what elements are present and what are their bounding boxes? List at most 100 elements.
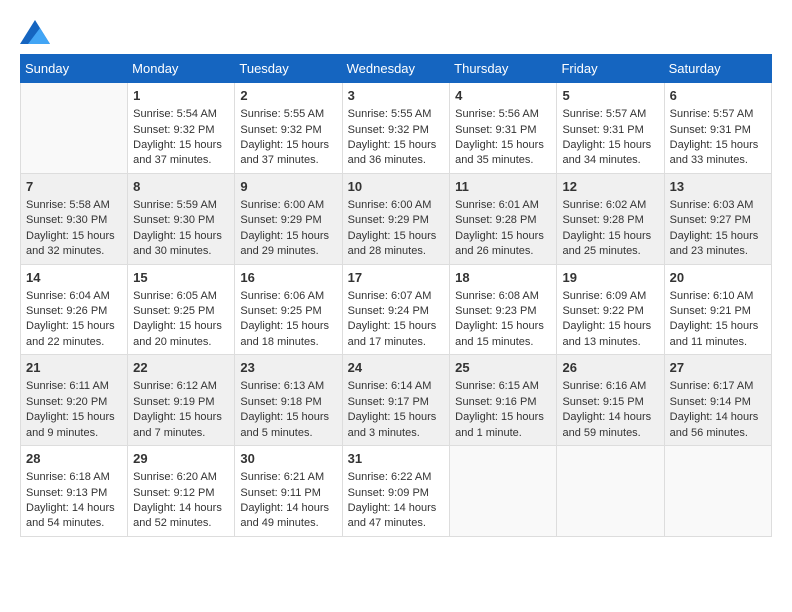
calendar-cell: 11Sunrise: 6:01 AMSunset: 9:28 PMDayligh… bbox=[450, 173, 557, 264]
calendar-cell bbox=[557, 446, 664, 537]
day-number: 5 bbox=[562, 87, 658, 105]
day-info-line: and 35 minutes. bbox=[455, 153, 551, 168]
day-number: 6 bbox=[670, 87, 766, 105]
day-info-line: Sunrise: 6:03 AM bbox=[670, 198, 766, 213]
day-info-line: and 11 minutes. bbox=[670, 335, 766, 350]
day-number: 18 bbox=[455, 269, 551, 287]
day-info-line: Sunrise: 6:09 AM bbox=[562, 289, 658, 304]
calendar-cell: 23Sunrise: 6:13 AMSunset: 9:18 PMDayligh… bbox=[235, 355, 342, 446]
day-info-line: Daylight: 15 hours bbox=[133, 319, 229, 334]
day-info-line: Sunset: 9:22 PM bbox=[562, 304, 658, 319]
day-info-line: Sunrise: 6:00 AM bbox=[348, 198, 445, 213]
day-info-line: and 52 minutes. bbox=[133, 516, 229, 531]
day-number: 31 bbox=[348, 450, 445, 468]
calendar-cell: 31Sunrise: 6:22 AMSunset: 9:09 PMDayligh… bbox=[342, 446, 450, 537]
calendar-cell: 4Sunrise: 5:56 AMSunset: 9:31 PMDaylight… bbox=[450, 83, 557, 174]
day-number: 2 bbox=[240, 87, 336, 105]
calendar-cell: 12Sunrise: 6:02 AMSunset: 9:28 PMDayligh… bbox=[557, 173, 664, 264]
calendar-cell: 21Sunrise: 6:11 AMSunset: 9:20 PMDayligh… bbox=[21, 355, 128, 446]
day-info-line: and 13 minutes. bbox=[562, 335, 658, 350]
day-info-line: Daylight: 15 hours bbox=[562, 319, 658, 334]
calendar-cell: 1Sunrise: 5:54 AMSunset: 9:32 PMDaylight… bbox=[128, 83, 235, 174]
day-number: 9 bbox=[240, 178, 336, 196]
day-number: 25 bbox=[455, 359, 551, 377]
day-info-line: Daylight: 15 hours bbox=[348, 229, 445, 244]
day-info-line: Sunset: 9:23 PM bbox=[455, 304, 551, 319]
day-info-line: Sunrise: 5:55 AM bbox=[348, 107, 445, 122]
calendar-cell: 6Sunrise: 5:57 AMSunset: 9:31 PMDaylight… bbox=[664, 83, 771, 174]
day-info-line: Daylight: 15 hours bbox=[240, 410, 336, 425]
calendar-cell: 27Sunrise: 6:17 AMSunset: 9:14 PMDayligh… bbox=[664, 355, 771, 446]
day-info-line: and 23 minutes. bbox=[670, 244, 766, 259]
day-info-line: Sunset: 9:25 PM bbox=[240, 304, 336, 319]
day-number: 24 bbox=[348, 359, 445, 377]
calendar-cell: 17Sunrise: 6:07 AMSunset: 9:24 PMDayligh… bbox=[342, 264, 450, 355]
day-info-line: Sunset: 9:21 PM bbox=[670, 304, 766, 319]
day-info-line: Sunset: 9:32 PM bbox=[133, 123, 229, 138]
calendar-table: SundayMondayTuesdayWednesdayThursdayFrid… bbox=[20, 54, 772, 537]
day-number: 17 bbox=[348, 269, 445, 287]
calendar-cell: 9Sunrise: 6:00 AMSunset: 9:29 PMDaylight… bbox=[235, 173, 342, 264]
day-info-line: Sunrise: 6:02 AM bbox=[562, 198, 658, 213]
calendar-cell: 29Sunrise: 6:20 AMSunset: 9:12 PMDayligh… bbox=[128, 446, 235, 537]
day-info-line: Sunset: 9:29 PM bbox=[240, 213, 336, 228]
calendar-cell: 2Sunrise: 5:55 AMSunset: 9:32 PMDaylight… bbox=[235, 83, 342, 174]
day-info-line: and 22 minutes. bbox=[26, 335, 122, 350]
day-info-line: Daylight: 15 hours bbox=[455, 319, 551, 334]
day-info-line: Daylight: 15 hours bbox=[670, 138, 766, 153]
day-info-line: Daylight: 14 hours bbox=[26, 501, 122, 516]
day-info-line: and 47 minutes. bbox=[348, 516, 445, 531]
calendar-week-row: 21Sunrise: 6:11 AMSunset: 9:20 PMDayligh… bbox=[21, 355, 772, 446]
day-info-line: and 37 minutes. bbox=[133, 153, 229, 168]
day-info-line: Sunrise: 5:55 AM bbox=[240, 107, 336, 122]
day-info-line: Sunset: 9:14 PM bbox=[670, 395, 766, 410]
day-number: 30 bbox=[240, 450, 336, 468]
day-number: 1 bbox=[133, 87, 229, 105]
day-number: 26 bbox=[562, 359, 658, 377]
day-info-line: and 7 minutes. bbox=[133, 426, 229, 441]
day-info-line: Sunrise: 5:57 AM bbox=[562, 107, 658, 122]
day-info-line: Daylight: 15 hours bbox=[240, 138, 336, 153]
day-info-line: and 36 minutes. bbox=[348, 153, 445, 168]
day-info-line: and 15 minutes. bbox=[455, 335, 551, 350]
calendar-cell bbox=[664, 446, 771, 537]
day-info-line: Daylight: 15 hours bbox=[455, 410, 551, 425]
calendar-header-row: SundayMondayTuesdayWednesdayThursdayFrid… bbox=[21, 55, 772, 83]
day-info-line: Sunset: 9:20 PM bbox=[26, 395, 122, 410]
day-info-line: Daylight: 15 hours bbox=[562, 138, 658, 153]
day-info-line: and 56 minutes. bbox=[670, 426, 766, 441]
day-info-line: Daylight: 15 hours bbox=[348, 319, 445, 334]
day-info-line: Sunset: 9:30 PM bbox=[133, 213, 229, 228]
day-info-line: Sunset: 9:19 PM bbox=[133, 395, 229, 410]
day-info-line: Daylight: 15 hours bbox=[348, 138, 445, 153]
day-info-line: Daylight: 15 hours bbox=[455, 229, 551, 244]
day-info-line: and 1 minute. bbox=[455, 426, 551, 441]
day-info-line: Daylight: 14 hours bbox=[133, 501, 229, 516]
day-info-line: Sunset: 9:13 PM bbox=[26, 486, 122, 501]
calendar-cell: 8Sunrise: 5:59 AMSunset: 9:30 PMDaylight… bbox=[128, 173, 235, 264]
day-header-tuesday: Tuesday bbox=[235, 55, 342, 83]
day-header-monday: Monday bbox=[128, 55, 235, 83]
day-number: 7 bbox=[26, 178, 122, 196]
day-info-line: Sunrise: 6:00 AM bbox=[240, 198, 336, 213]
day-number: 12 bbox=[562, 178, 658, 196]
day-number: 3 bbox=[348, 87, 445, 105]
calendar-cell: 25Sunrise: 6:15 AMSunset: 9:16 PMDayligh… bbox=[450, 355, 557, 446]
day-info-line: and 17 minutes. bbox=[348, 335, 445, 350]
day-info-line: and 3 minutes. bbox=[348, 426, 445, 441]
day-info-line: Sunset: 9:12 PM bbox=[133, 486, 229, 501]
day-info-line: Daylight: 15 hours bbox=[348, 410, 445, 425]
day-number: 23 bbox=[240, 359, 336, 377]
day-info-line: Sunrise: 6:20 AM bbox=[133, 470, 229, 485]
day-info-line: Sunset: 9:17 PM bbox=[348, 395, 445, 410]
day-info-line: and 20 minutes. bbox=[133, 335, 229, 350]
day-info-line: Sunrise: 6:18 AM bbox=[26, 470, 122, 485]
day-number: 16 bbox=[240, 269, 336, 287]
day-info-line: Daylight: 14 hours bbox=[670, 410, 766, 425]
day-number: 11 bbox=[455, 178, 551, 196]
day-info-line: Sunrise: 6:14 AM bbox=[348, 379, 445, 394]
day-number: 4 bbox=[455, 87, 551, 105]
day-info-line: Daylight: 15 hours bbox=[133, 410, 229, 425]
day-info-line: Sunrise: 6:10 AM bbox=[670, 289, 766, 304]
day-info-line: Daylight: 15 hours bbox=[240, 319, 336, 334]
